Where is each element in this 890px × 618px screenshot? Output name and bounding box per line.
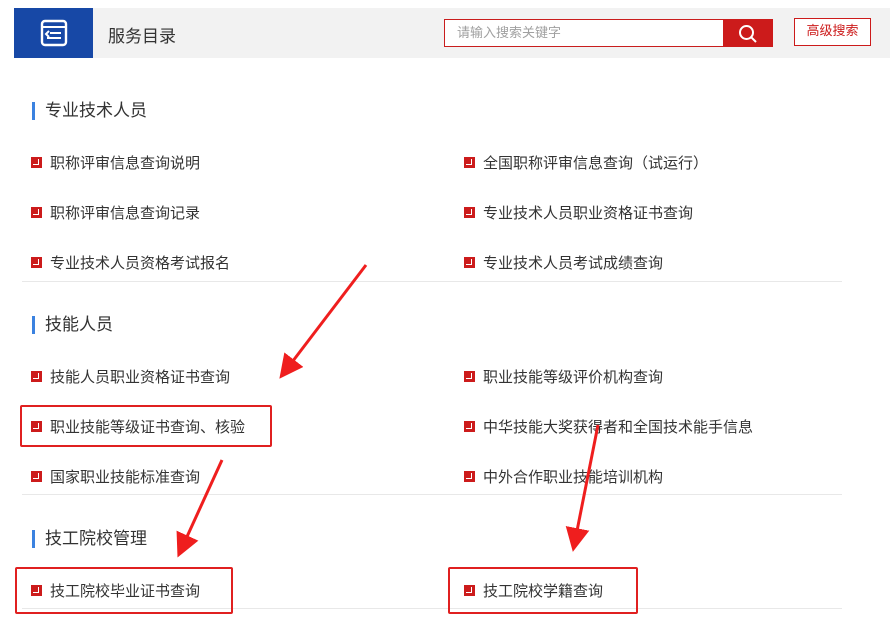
annotation-arrow [176,459,224,558]
annotation-arrows [176,264,600,558]
annotation-arrow [279,264,368,379]
annotation-arrow [565,424,600,552]
